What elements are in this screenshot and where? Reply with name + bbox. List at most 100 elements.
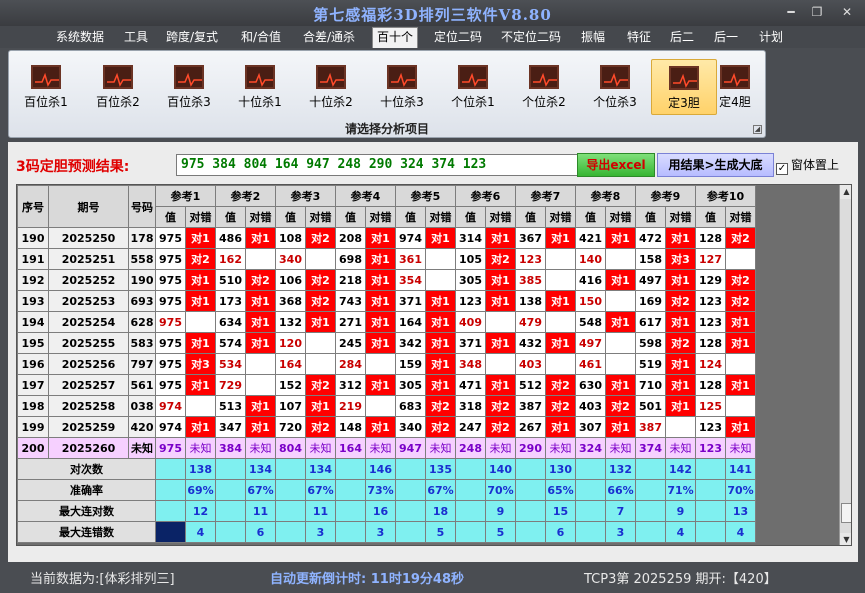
ref-hitmiss: 对2 [545, 395, 576, 417]
topmost-checkbox[interactable]: ✓ 窗体置上 [776, 156, 839, 175]
ref-hitmiss: 对1 [425, 353, 456, 375]
ref-value: 208 [335, 227, 366, 249]
menu-item-6[interactable]: 定位二码 [430, 28, 486, 47]
row-period: 2025256 [48, 353, 129, 375]
table-row[interactable]: 192 2025252 190 975 对1 510 对2 106 对2 218 对1 354 305 对… [17, 269, 756, 291]
scroll-thumb[interactable] [841, 503, 851, 523]
stats-spacer [275, 500, 306, 522]
ref-hitmiss [725, 353, 756, 375]
ref-hitmiss: 对1 [365, 269, 396, 291]
ribbon-button-label: 十位杀3 [380, 95, 424, 109]
ribbon-button-7[interactable]: 个位杀2 [511, 59, 577, 115]
ref-value: 975 [155, 248, 186, 270]
stats-value: 134 [305, 458, 336, 480]
ref-hitmiss: 对1 [245, 311, 276, 333]
ref-value: 123 [695, 290, 726, 312]
close-button[interactable]: ✕ [836, 3, 858, 21]
table-row[interactable]: 200 2025260 未知 975 未知 384 未知 804 未知 164 未知 947 未知 248… [17, 437, 756, 459]
stats-value: 69% [185, 479, 216, 501]
menu-item-2[interactable]: 跨度/复式 [162, 28, 222, 47]
ref-hitmiss: 对2 [485, 248, 516, 270]
ribbon-button-1[interactable]: 百位杀2 [85, 59, 151, 115]
table-row[interactable]: 193 2025253 693 975 对1 173 对1 368 对2 743 对1 371 对1 12… [17, 290, 756, 312]
stats-value: 4 [665, 521, 696, 543]
stats-row: 准确率 69% 67% 67% 73% 67% 70% 65% 66% 71% 70% [17, 479, 756, 501]
ribbon-button-label: 定4胆 [719, 95, 751, 109]
row-period: 2025253 [48, 290, 129, 312]
row-index: 200 [17, 437, 49, 459]
stats-value: 12 [185, 500, 216, 522]
row-period: 2025257 [48, 374, 129, 396]
ref-value: 975 [155, 353, 186, 375]
stats-spacer [635, 458, 666, 480]
header-hitmiss: 对错 [725, 206, 756, 228]
menu-item-10[interactable]: 后二 [666, 28, 698, 47]
ref-value: 421 [575, 227, 606, 249]
ribbon-button-4[interactable]: 十位杀2 [298, 59, 364, 115]
ribbon-button-10[interactable]: 定4胆 [709, 59, 761, 115]
stats-spacer [575, 458, 606, 480]
menu-item-1[interactable]: 工具 [120, 28, 152, 47]
menu-item-4[interactable]: 合差/通杀 [299, 28, 359, 47]
menu-item-3[interactable]: 和/合值 [237, 28, 285, 47]
ribbon-button-5[interactable]: 十位杀3 [369, 59, 435, 115]
table-row[interactable]: 197 2025257 561 975 对1 729 152 对2 312 对1 305 对1 471 对… [17, 374, 756, 396]
row-number: 628 [128, 311, 156, 333]
header-hitmiss: 对错 [425, 206, 456, 228]
stats-spacer [515, 479, 546, 501]
table-row[interactable]: 198 2025258 038 974 513 对1 107 对1 219 683 对2 318 对2 3… [17, 395, 756, 417]
table-row[interactable]: 191 2025251 558 975 对2 162 340 698 对1 361 105 对2 123… [17, 248, 756, 270]
ref-hitmiss: 对1 [605, 311, 636, 333]
vertical-scrollbar[interactable]: ▲ ▼ [839, 185, 851, 545]
ref-hitmiss: 对2 [305, 290, 336, 312]
menu-item-8[interactable]: 振幅 [577, 28, 609, 47]
ref-hitmiss: 未知 [365, 437, 396, 459]
ref-hitmiss: 对1 [605, 269, 636, 291]
generate-base-button[interactable]: 用结果>生成大底 [657, 153, 774, 177]
menu-item-9[interactable]: 特征 [623, 28, 655, 47]
stats-label: 最大连错数 [17, 521, 156, 543]
ref-hitmiss: 未知 [545, 437, 576, 459]
ribbon-button-6[interactable]: 个位杀1 [440, 59, 506, 115]
ref-hitmiss: 对1 [665, 269, 696, 291]
menu-item-5[interactable]: 百十个 [372, 27, 419, 48]
stats-spacer [335, 479, 366, 501]
ref-hitmiss: 对2 [305, 374, 336, 396]
ribbon-button-3[interactable]: 十位杀1 [227, 59, 293, 115]
data-grid[interactable]: 序号 期号 号码 参考1 参考2 参考3 参考4 参考5 参考6 参考7 参考8 参考9 参考10 值对错… [16, 184, 852, 546]
table-row[interactable]: 195 2025255 583 975 对1 574 对1 120 245 对1 342 对1 371 对… [17, 332, 756, 354]
ribbon-button-8[interactable]: 个位杀3 [582, 59, 648, 115]
ref-value: 630 [575, 374, 606, 396]
ref-hitmiss: 对2 [245, 269, 276, 291]
ref-value: 387 [635, 416, 666, 438]
table-row[interactable]: 190 2025250 178 975 对1 486 对1 108 对2 208 对1 974 对1 31… [17, 227, 756, 249]
ref-hitmiss: 未知 [425, 437, 456, 459]
prediction-result-field[interactable]: 975 384 804 164 947 248 290 324 374 123 [176, 154, 584, 176]
stats-label: 最大连对数 [17, 500, 156, 522]
stats-spacer [275, 479, 306, 501]
table-row[interactable]: 196 2025256 797 975 对3 534 164 284 159 对1 348 403 46… [17, 353, 756, 375]
stats-value: 6 [245, 521, 276, 543]
ribbon-button-9[interactable]: 定3胆 [651, 59, 717, 115]
ribbon-button-2[interactable]: 百位杀3 [156, 59, 222, 115]
menu-item-7[interactable]: 不定位二码 [497, 28, 565, 47]
checkbox-icon[interactable]: ✓ [776, 163, 788, 175]
stats-spacer [155, 458, 186, 480]
table-row[interactable]: 194 2025254 628 975 634 对1 132 对1 271 对1 164 对1 409 4… [17, 311, 756, 333]
stats-value: 7 [605, 500, 636, 522]
ribbon-button-0[interactable]: 百位杀1 [13, 59, 79, 115]
export-excel-button[interactable]: 导出excel [577, 153, 655, 177]
table-row[interactable]: 199 2025259 420 974 对1 347 对1 720 对2 148 对1 340 对2 24… [17, 416, 756, 438]
menu-item-0[interactable]: 系统数据 [52, 28, 108, 47]
restore-button[interactable]: ❐ [806, 3, 828, 21]
menu-item-11[interactable]: 后一 [710, 28, 742, 47]
dialog-launcher-icon[interactable]: ◢ [753, 125, 762, 134]
menu-item-12[interactable]: 计划 [755, 28, 787, 47]
ref-value: 513 [215, 395, 246, 417]
ref-value: 290 [515, 437, 546, 459]
scroll-up-icon[interactable]: ▲ [840, 185, 851, 199]
header-ref: 参考4 [335, 185, 396, 207]
stats-spacer [695, 458, 726, 480]
minimize-button[interactable]: ━ [780, 3, 802, 21]
scroll-down-icon[interactable]: ▼ [840, 533, 851, 545]
